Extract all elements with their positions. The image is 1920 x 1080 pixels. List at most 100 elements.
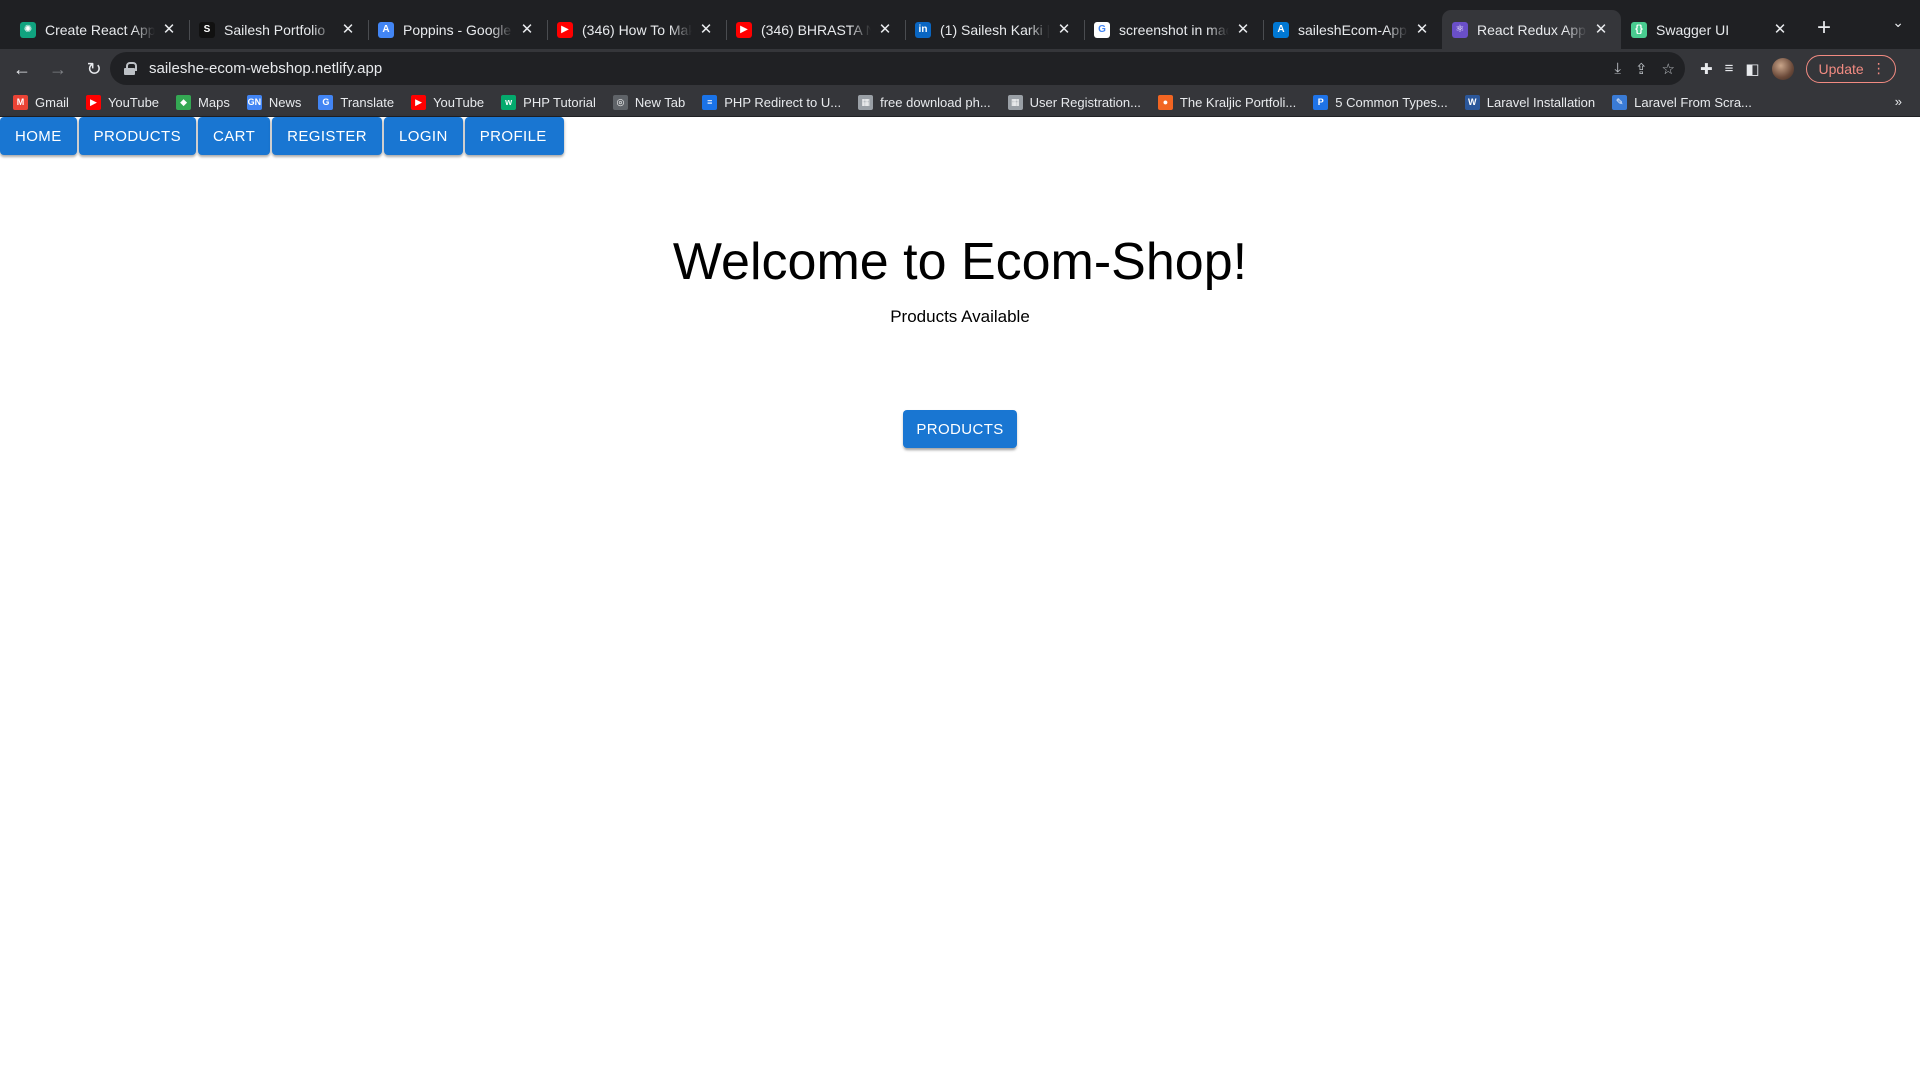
page-icon: ▦	[858, 94, 874, 110]
browser-tab-strip: ✺ Create React App in ✕ S Sailesh Portfolio ✕…	[0, 0, 1920, 49]
close-tab-icon[interactable]: ✕	[161, 21, 177, 38]
bookmarks-overflow-icon[interactable]: »	[1895, 94, 1902, 109]
browser-tab[interactable]: ▶ (346) BHRASTA NA ✕	[726, 10, 905, 49]
bookmark-item[interactable]: G Translate	[318, 94, 395, 110]
word-icon: W	[1464, 94, 1480, 110]
google-fonts-icon: A	[378, 21, 394, 38]
tab-title: React Redux App	[1477, 21, 1586, 38]
news-icon: GN	[246, 94, 262, 110]
bookmark-item[interactable]: ▶ YouTube	[85, 94, 159, 110]
browser-tab[interactable]: Gscreenshot in mac - ✕	[1084, 10, 1263, 49]
swagger-icon: {}	[1631, 21, 1647, 38]
youtube-icon: ▶	[85, 94, 101, 110]
bookmark-label: free download ph...	[880, 94, 991, 110]
reading-list-icon[interactable]: ≡	[1725, 60, 1734, 77]
bookmark-item[interactable]: ● The Kraljic Portfoli...	[1157, 94, 1296, 110]
azure-icon: A	[1273, 21, 1289, 38]
browser-tab[interactable]: A Poppins - Google Fo ✕	[368, 10, 547, 49]
bookmark-label: New Tab	[634, 94, 686, 110]
tab-list: ✺ Create React App in ✕ S Sailesh Portfolio ✕…	[0, 0, 1800, 49]
bookmark-item[interactable]: ◆ Maps	[176, 94, 230, 110]
tab-title: (346) How To Make	[582, 21, 692, 38]
forward-button[interactable]: →	[44, 55, 72, 83]
google-icon: G	[1094, 21, 1110, 38]
p-icon: P	[1313, 94, 1329, 110]
browser-tab[interactable]: ⚛ React Redux App ✕	[1442, 10, 1621, 49]
app-navbar: HOME PRODUCTS CART REGISTER LOGIN PROFILE	[0, 117, 566, 155]
update-label: Update	[1818, 60, 1864, 77]
new-tab-button[interactable]: +	[1810, 14, 1838, 43]
globe-icon: ◎	[612, 94, 628, 110]
browser-tab[interactable]: S Sailesh Portfolio ✕	[189, 10, 368, 49]
back-button[interactable]: ←	[8, 55, 36, 83]
page-subtitle: Products Available	[890, 307, 1030, 326]
close-tab-icon[interactable]: ✕	[1414, 21, 1430, 38]
react-icon: ⚛	[1452, 21, 1468, 38]
url-text[interactable]: saileshe-ecom-webshop.netlify.app	[149, 60, 382, 77]
nav-profile-button[interactable]: PROFILE	[464, 117, 564, 155]
maps-icon: ◆	[176, 94, 192, 110]
profile-avatar[interactable]	[1771, 57, 1794, 80]
portfolio-icon: S	[199, 21, 215, 38]
tab-search-icon[interactable]: ⌄	[1892, 14, 1904, 31]
close-tab-icon[interactable]: ✕	[1056, 21, 1072, 38]
page-viewport: HOME PRODUCTS CART REGISTER LOGIN PROFILE Wel…	[0, 117, 1920, 1080]
linkedin-icon: in	[915, 21, 931, 38]
bookmark-label: Gmail	[35, 94, 69, 110]
nav-products-button[interactable]: PRODUCTS	[78, 117, 196, 155]
tab-title: Create React App in	[45, 21, 155, 38]
bookmark-item[interactable]: W Laravel Installation	[1464, 94, 1595, 110]
nav-login-button[interactable]: LOGIN	[384, 117, 463, 155]
bookmark-label: News	[268, 94, 302, 110]
browser-tab[interactable]: AsailеshEcom-App - I ✕	[1263, 10, 1442, 49]
close-tab-icon[interactable]: ✕	[1593, 21, 1609, 38]
close-tab-icon[interactable]: ✕	[519, 21, 535, 38]
tab-title: (346) BHRASTA NA	[761, 21, 871, 38]
close-tab-icon[interactable]: ✕	[1235, 21, 1251, 38]
browser-tab[interactable]: {} Swagger UI ✕	[1621, 10, 1800, 49]
bookmark-item[interactable]: ◎ New Tab	[612, 94, 686, 110]
close-tab-icon[interactable]: ✕	[877, 21, 893, 38]
bookmark-label: PHP Tutorial	[523, 94, 596, 110]
update-button[interactable]: Update ⋮	[1805, 54, 1896, 83]
chatgpt-icon: ✺	[20, 21, 36, 38]
bookmarks-bar: M Gmail ▶ YouTube ◆ Maps GN News G Translate ▶ YouT…	[0, 88, 1920, 117]
close-tab-icon[interactable]: ✕	[1772, 21, 1788, 38]
browser-tab[interactable]: ✺ Create React App in ✕	[10, 10, 189, 49]
bookmark-item[interactable]: ≡ PHP Redirect to U...	[702, 94, 842, 110]
bookmark-item[interactable]: ✎ Laravel From Scra...	[1612, 94, 1752, 110]
bookmark-item[interactable]: ▦ User Registration...	[1007, 94, 1141, 110]
bookmark-item[interactable]: M Gmail	[13, 94, 69, 110]
install-app-icon[interactable]: ⤓	[1614, 60, 1621, 77]
products-cta-button[interactable]: PRODUCTS	[903, 410, 1017, 448]
tab-title: sailеshEcom-App - I	[1298, 21, 1408, 38]
bookmark-label: Translate	[340, 94, 395, 110]
bookmark-item[interactable]: ▶ YouTube	[411, 94, 484, 110]
document-icon: ≡	[702, 94, 718, 110]
lock-icon[interactable]	[124, 62, 137, 75]
bookmark-item[interactable]: ▦ free download ph...	[858, 94, 991, 110]
close-tab-icon[interactable]: ✕	[698, 21, 714, 38]
bookmark-star-icon[interactable]: ☆	[1662, 60, 1675, 78]
close-tab-icon[interactable]: ✕	[340, 21, 356, 38]
bookmark-item[interactable]: GN News	[246, 94, 302, 110]
share-icon[interactable]: ⇪	[1635, 60, 1648, 78]
browser-tab[interactable]: in (1) Sailesh Karki | Li ✕	[905, 10, 1084, 49]
page-title: Welcome to Ecom-Shop!	[672, 233, 1248, 291]
reload-button[interactable]: ↻	[80, 55, 108, 83]
browser-tab[interactable]: ▶ (346) How To Make ✕	[547, 10, 726, 49]
browser-toolbar: ← → ↻ saileshe-ecom-webshop.netlify.app …	[0, 49, 1920, 88]
extensions-puzzle-icon[interactable]: ✚	[1700, 60, 1713, 78]
bookmark-item[interactable]: P 5 Common Types...	[1313, 94, 1448, 110]
page-icon: ▦	[1007, 94, 1023, 110]
bookmark-label: Maps	[198, 94, 230, 110]
bookmark-item[interactable]: w PHP Tutorial	[501, 94, 596, 110]
tab-title: Sailesh Portfolio	[224, 21, 326, 38]
bookmark-label: PHP Redirect to U...	[724, 94, 842, 110]
nav-register-button[interactable]: REGISTER	[272, 117, 383, 155]
side-panel-icon[interactable]: ◧	[1745, 60, 1759, 78]
nav-cart-button[interactable]: CART	[197, 117, 271, 155]
youtube-icon: ▶	[557, 21, 573, 38]
address-bar[interactable]: saileshe-ecom-webshop.netlify.app ⤓ ⇪ ☆	[110, 52, 1685, 85]
nav-home-button[interactable]: HOME	[0, 117, 77, 155]
